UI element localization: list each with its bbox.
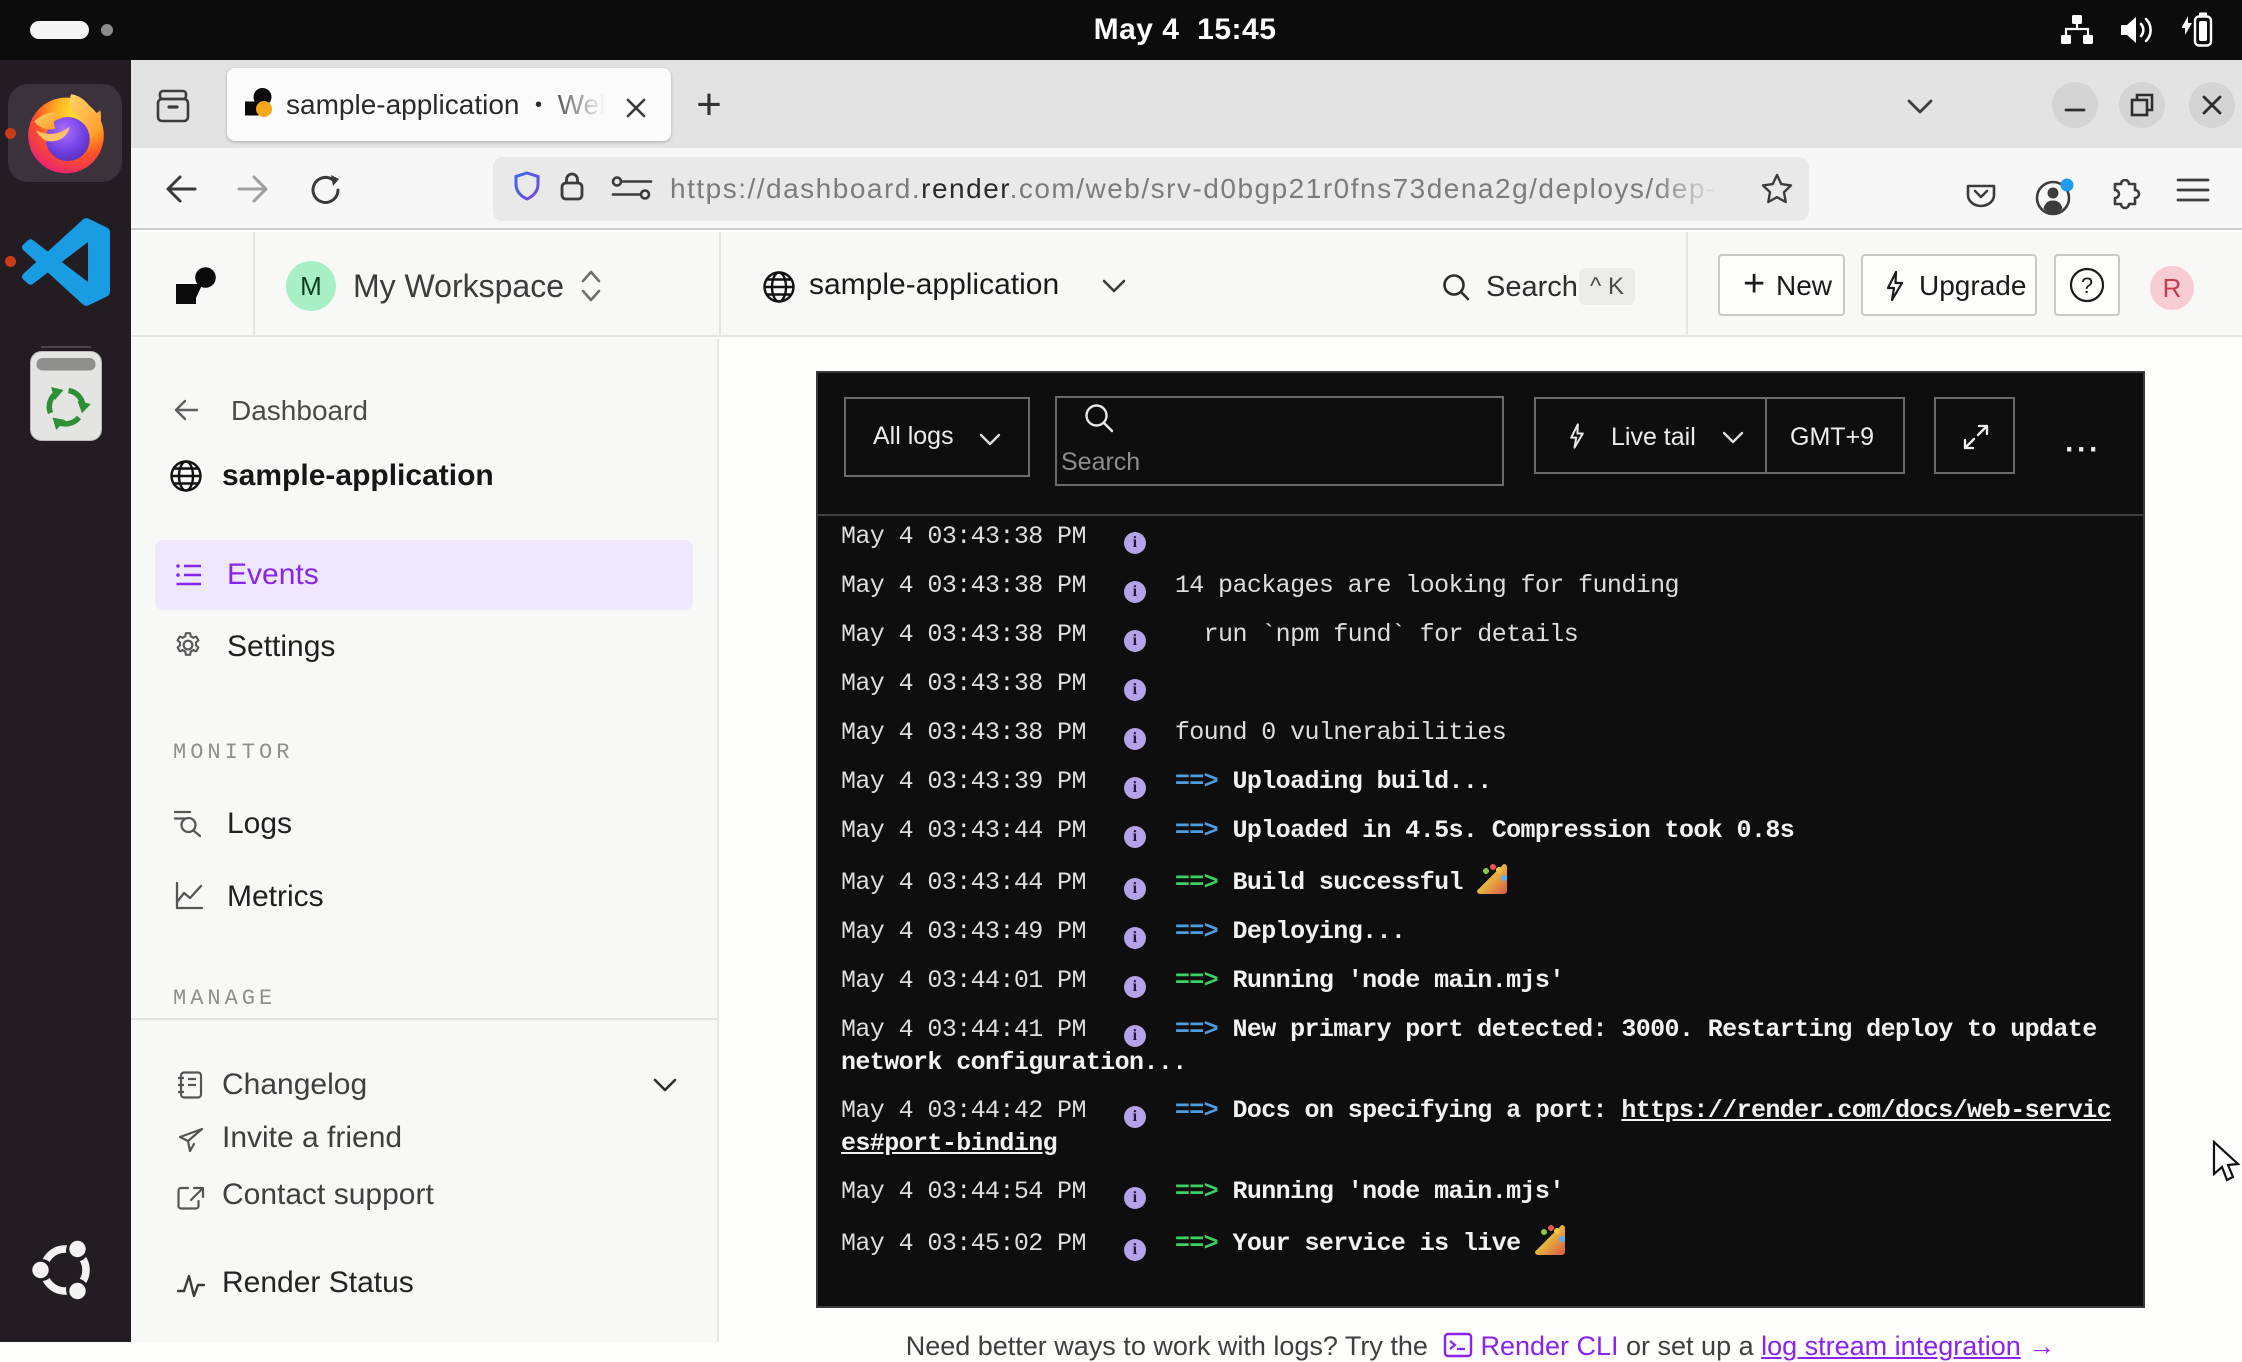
svg-text:?: ? [2081,273,2093,298]
